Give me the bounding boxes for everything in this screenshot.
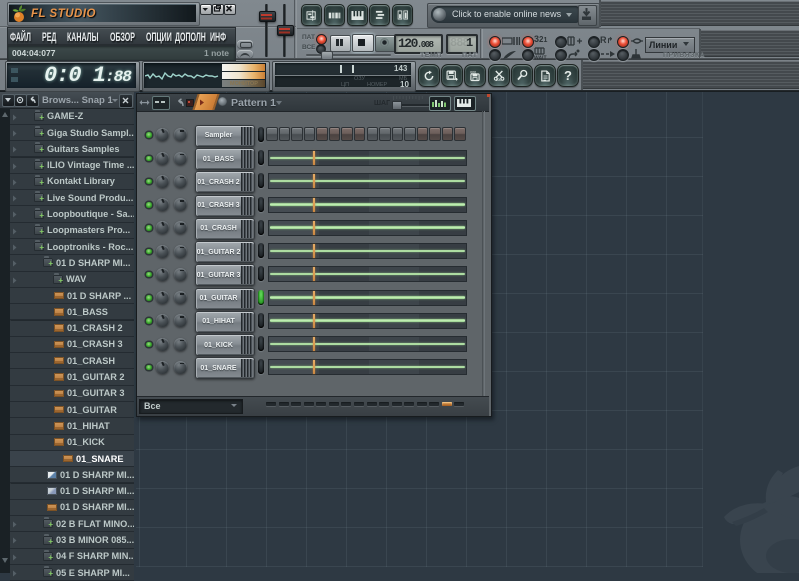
- svg-text:000: 000: [495, 78, 501, 81]
- svg-text:WAIT: WAIT: [534, 56, 547, 61]
